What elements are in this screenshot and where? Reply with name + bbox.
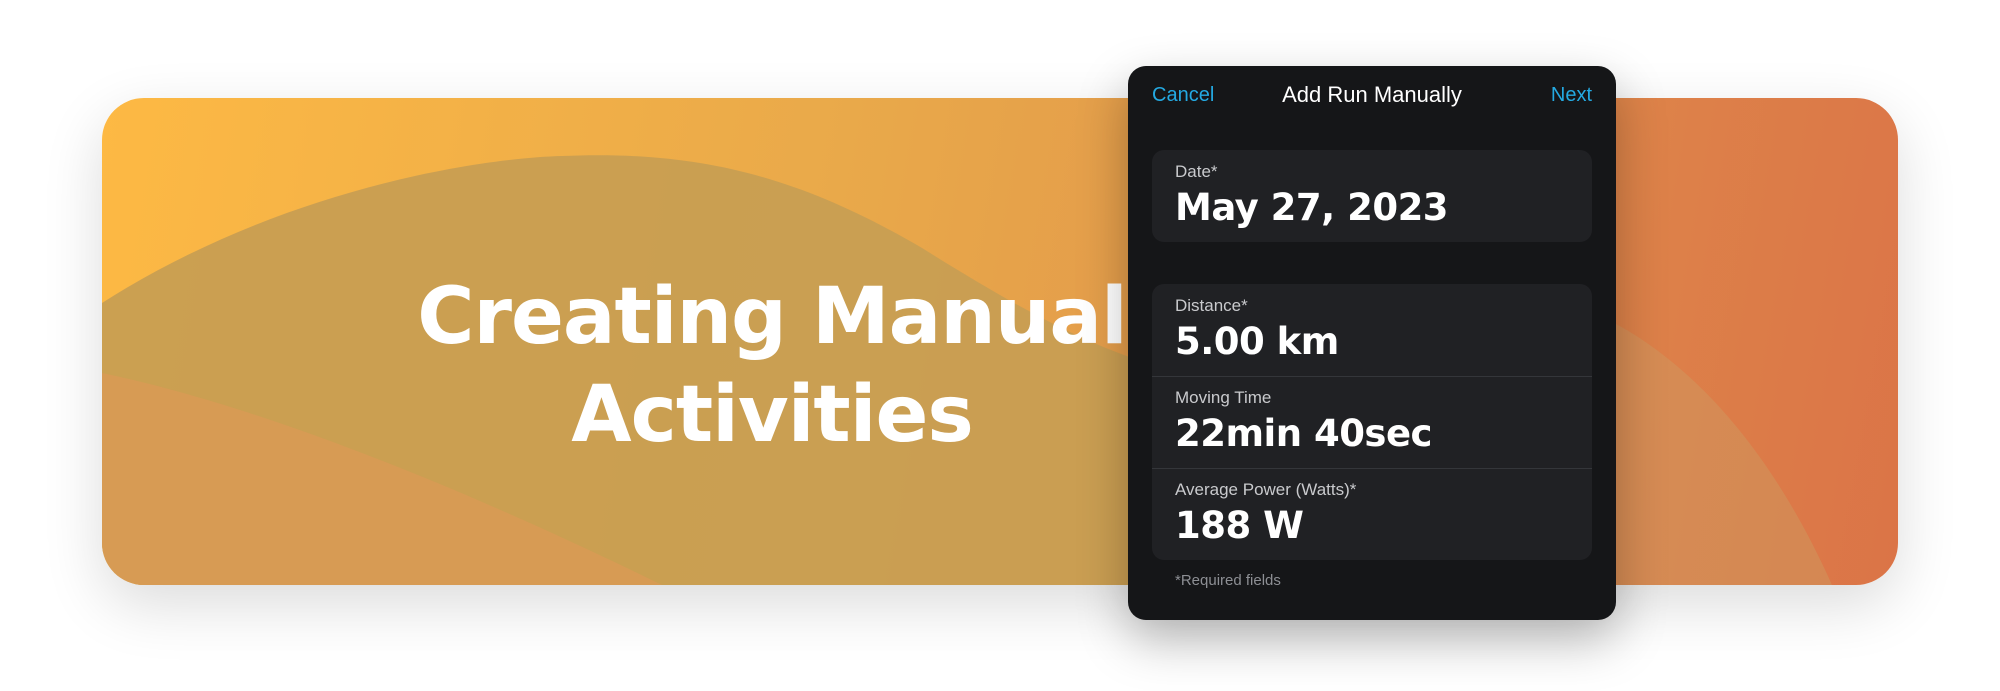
headline-line-1: Creating Manual [417, 272, 1127, 362]
date-field[interactable]: Date* May 27, 2023 [1152, 150, 1592, 242]
add-run-sheet: Cancel Add Run Manually Next Date* May 2… [1128, 66, 1616, 620]
moving-time-label: Moving Time [1175, 388, 1272, 407]
date-value: May 27, 2023 [1175, 186, 1449, 229]
required-fields-note: *Required fields [1175, 572, 1281, 589]
sheet-title: Add Run Manually [1282, 82, 1462, 107]
distance-label: Distance* [1175, 296, 1248, 315]
moving-time-value: 22min 40sec [1175, 412, 1433, 455]
distance-value: 5.00 km [1175, 320, 1339, 363]
distance-field[interactable]: Distance* 5.00 km [1152, 284, 1592, 376]
stage: Creating Manual Activities Cancel Add Ru… [0, 0, 2000, 691]
date-label: Date* [1175, 162, 1218, 181]
next-button[interactable]: Next [1551, 84, 1592, 107]
hero-banner: Creating Manual Activities [102, 98, 1898, 585]
moving-time-field[interactable]: Moving Time 22min 40sec [1152, 376, 1592, 468]
average-power-value: 188 W [1175, 504, 1304, 547]
date-card: Date* May 27, 2023 [1152, 150, 1592, 242]
banner-headline: Creating Manual Activities [362, 268, 1182, 464]
metrics-card: Distance* 5.00 km Moving Time 22min 40se… [1152, 284, 1592, 560]
sheet-navbar: Cancel Add Run Manually Next [1128, 66, 1616, 126]
average-power-label: Average Power (Watts)* [1175, 480, 1357, 499]
average-power-field[interactable]: Average Power (Watts)* 188 W [1152, 468, 1592, 560]
headline-line-2: Activities [571, 370, 974, 460]
